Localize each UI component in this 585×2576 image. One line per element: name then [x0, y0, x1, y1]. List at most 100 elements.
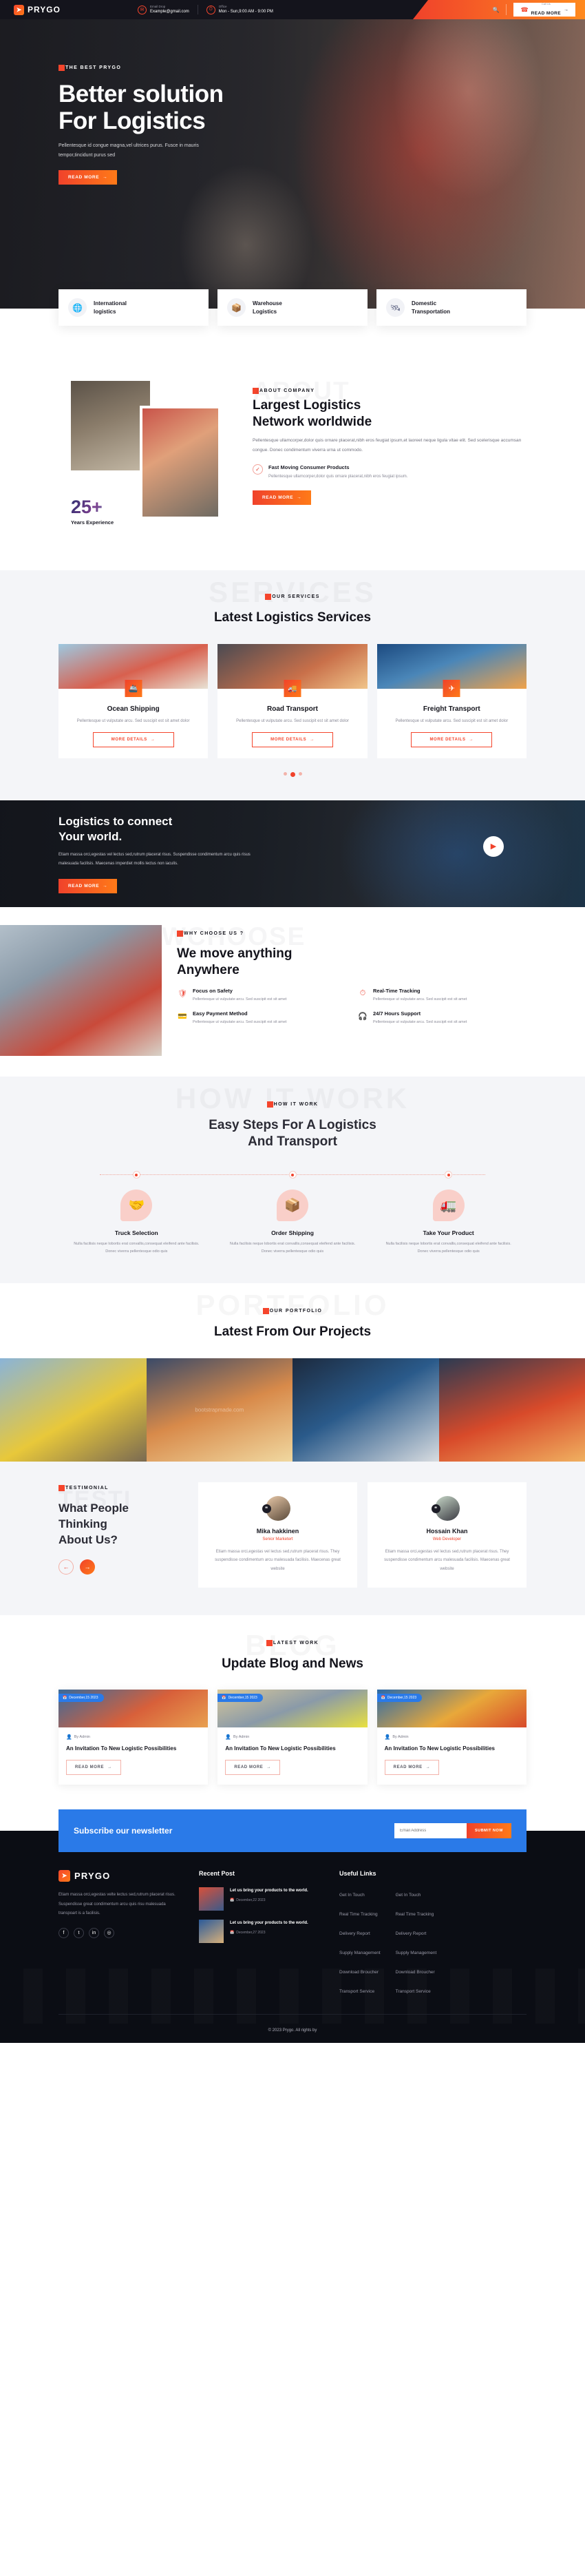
service-more-details-button[interactable]: MORE DETAILS →	[251, 731, 333, 747]
blog-read-more-button[interactable]: READ MORE →	[225, 1760, 281, 1776]
step-item: 🚛 Take Your Product Nulla facilisis nequ…	[370, 1171, 526, 1256]
testimonial-title-line3: About Us?	[58, 1533, 118, 1546]
calendar-icon: 📅	[230, 1931, 235, 1935]
facebook-icon[interactable]: f	[58, 1927, 69, 1938]
about-image-primary	[71, 381, 150, 470]
arrow-left-icon[interactable]: ←	[58, 1559, 74, 1575]
service-more-details-button[interactable]: MORE DETAILS →	[411, 731, 493, 747]
plane-icon: ✈	[443, 679, 460, 697]
recent-post-item[interactable]: Let us bring your products to the world.…	[199, 1887, 323, 1911]
step-dot-icon	[288, 1171, 297, 1179]
footer-link[interactable]: Supply Management	[339, 1951, 381, 1955]
blog-author: 👤 By Admin	[225, 1734, 359, 1740]
recent-post-title: Let us bring your products to the world.	[230, 1921, 308, 1926]
services-carousel-dots[interactable]	[58, 771, 526, 777]
blog-author-text: By Admin	[74, 1735, 90, 1740]
strip-card-domestic[interactable]: 🛰 Domestic Transportation	[376, 289, 526, 326]
newsletter-title: Subscribe our newsletter	[74, 1826, 173, 1836]
arrow-right-icon[interactable]: →	[80, 1559, 95, 1575]
arrow-right-icon: →	[150, 737, 156, 742]
search-icon[interactable]: 🔍	[492, 7, 499, 13]
newsletter-panel: Subscribe our newsletter SUBMIT NOW	[58, 1809, 526, 1853]
portfolio-item[interactable]	[292, 1358, 439, 1462]
footer-link[interactable]: Supply Management	[396, 1951, 437, 1955]
footer-link[interactable]: Transport Service	[339, 1989, 374, 1994]
why-item-text: Pellentesque ut vulputate arcu. Sed susc…	[373, 997, 467, 1002]
blog-author-text: By Admin	[392, 1735, 409, 1740]
carousel-dot[interactable]	[298, 771, 302, 776]
tag-square-icon	[58, 1484, 65, 1491]
service-more-details-button[interactable]: MORE DETAILS →	[92, 731, 174, 747]
recent-post-item[interactable]: Let us bring your products to the world.…	[199, 1920, 323, 1944]
site-logo[interactable]: ➤ PRYGO	[0, 4, 138, 15]
step-dot-icon	[132, 1171, 140, 1179]
footer-logo[interactable]: ➤ PRYGO	[58, 1870, 182, 1882]
carousel-dot[interactable]	[283, 771, 287, 776]
about-button-label: READ MORE	[262, 495, 294, 501]
footer-link[interactable]: Real Time Tracking	[396, 1912, 434, 1917]
instagram-icon[interactable]: ◎	[104, 1927, 114, 1938]
package-icon: 📦	[277, 1190, 308, 1222]
blog-date-badge: 📅 December,15 2023	[376, 1694, 423, 1703]
testimonial-section: TESTI TESTIMONIAL What People Thinking A…	[0, 1461, 585, 1615]
check-icon: ✓	[253, 464, 263, 475]
arrow-right-icon: →	[564, 7, 568, 12]
strip-card-international[interactable]: 🌐 International logistics	[58, 289, 209, 326]
how-title-line2: And Transport	[248, 1134, 337, 1150]
about-read-more-button[interactable]: READ MORE →	[253, 490, 312, 506]
portfolio-item[interactable]	[0, 1358, 147, 1462]
footer-link[interactable]: Download Broucher	[339, 1970, 379, 1975]
blog-grid: 📅 December,15 2023 👤 By Admin An Invitat…	[58, 1690, 526, 1785]
blog-date-text: December,15 2023	[69, 1696, 98, 1701]
twitter-icon[interactable]: t	[74, 1927, 84, 1938]
footer-useful-links-column: Useful Links Get In Touch Real Time Trac…	[339, 1870, 526, 2003]
recent-post-thumbnail	[199, 1920, 224, 1944]
email-value: Example@gmail.com	[150, 9, 189, 14]
recent-post-date: 📅 December,22 2023	[230, 1898, 266, 1903]
about-image-secondary	[140, 406, 221, 519]
carousel-dot-active[interactable]	[290, 771, 295, 777]
play-icon[interactable]: ▶	[483, 835, 504, 857]
service-card[interactable]: ✈ Freight Transport Pellentesque ut vulp…	[376, 643, 526, 758]
hero-title-line1: Better solution	[58, 81, 224, 107]
portfolio-item[interactable]: bootstrapmade.com	[146, 1358, 292, 1462]
linkedin-icon[interactable]: in	[89, 1927, 99, 1938]
newsletter-submit-button[interactable]: SUBMIT NOW	[466, 1823, 511, 1839]
blog-read-more-button[interactable]: READ MORE →	[66, 1760, 121, 1776]
footer-link[interactable]: Delivery Report	[396, 1931, 427, 1936]
testimonial-role: Senior Marketert	[262, 1537, 293, 1541]
about-paragraph: Pellentesque ullamcorper,dolor quis orna…	[253, 437, 522, 453]
cta-band-read-more-button[interactable]: READ MORE →	[58, 878, 118, 893]
footer-link[interactable]: Transport Service	[396, 1989, 431, 1994]
blog-card[interactable]: 📅 December,15 2023 👤 By Admin An Invitat…	[58, 1690, 209, 1785]
why-tag: WHY CHOOSE US ?	[177, 930, 244, 937]
why-items-grid: 🛡 Focus on Safety Pellentesque ut vulput…	[177, 988, 526, 1026]
avatar: ❝	[431, 1495, 460, 1521]
service-strip: 🌐 International logistics 📦 Warehouse Lo…	[58, 289, 526, 326]
blog-date-text: December,15 2023	[387, 1696, 417, 1701]
footer-link[interactable]: Get In Touch	[339, 1893, 365, 1898]
portfolio-item[interactable]	[438, 1358, 585, 1462]
strip-card-title-line1: Warehouse	[253, 300, 282, 307]
tracking-clock-icon: ⏱	[359, 988, 366, 997]
service-card[interactable]: 🚢 Ocean Shipping Pellentesque ut vulputa…	[58, 643, 209, 758]
blog-button-label: READ MORE	[234, 1765, 264, 1770]
footer-link[interactable]: Get In Touch	[396, 1893, 421, 1898]
blog-card[interactable]: 📅 December,15 2023 👤 By Admin An Invitat…	[217, 1690, 368, 1785]
tag-square-icon	[58, 65, 65, 71]
why-item-text: Pellentesque ut vulputate arcu. Sed susc…	[193, 997, 287, 1002]
call-us-cta[interactable]: ☎ Call Us READ MORE →	[513, 2, 575, 17]
service-card[interactable]: 🚚 Road Transport Pellentesque ut vulputa…	[217, 643, 368, 758]
blog-card[interactable]: 📅 December,15 2023 👤 By Admin An Invitat…	[376, 1690, 526, 1785]
hero-read-more-button[interactable]: READ MORE →	[58, 170, 118, 185]
footer-link[interactable]: Real Time Tracking	[339, 1912, 378, 1917]
footer-link[interactable]: Delivery Report	[339, 1931, 370, 1936]
payment-hand-icon: 💳	[178, 1012, 187, 1021]
step-title: Order Shipping	[271, 1229, 314, 1237]
blog-read-more-button[interactable]: READ MORE →	[384, 1760, 440, 1776]
footer-link[interactable]: Download Broucher	[396, 1970, 435, 1975]
testimonial-text: Etiam massa orci,egestas vel lectus sed,…	[384, 1549, 510, 1572]
newsletter-email-input[interactable]	[394, 1823, 467, 1839]
arrow-right-icon: →	[103, 175, 108, 180]
strip-card-warehouse[interactable]: 📦 Warehouse Logistics	[217, 289, 368, 326]
